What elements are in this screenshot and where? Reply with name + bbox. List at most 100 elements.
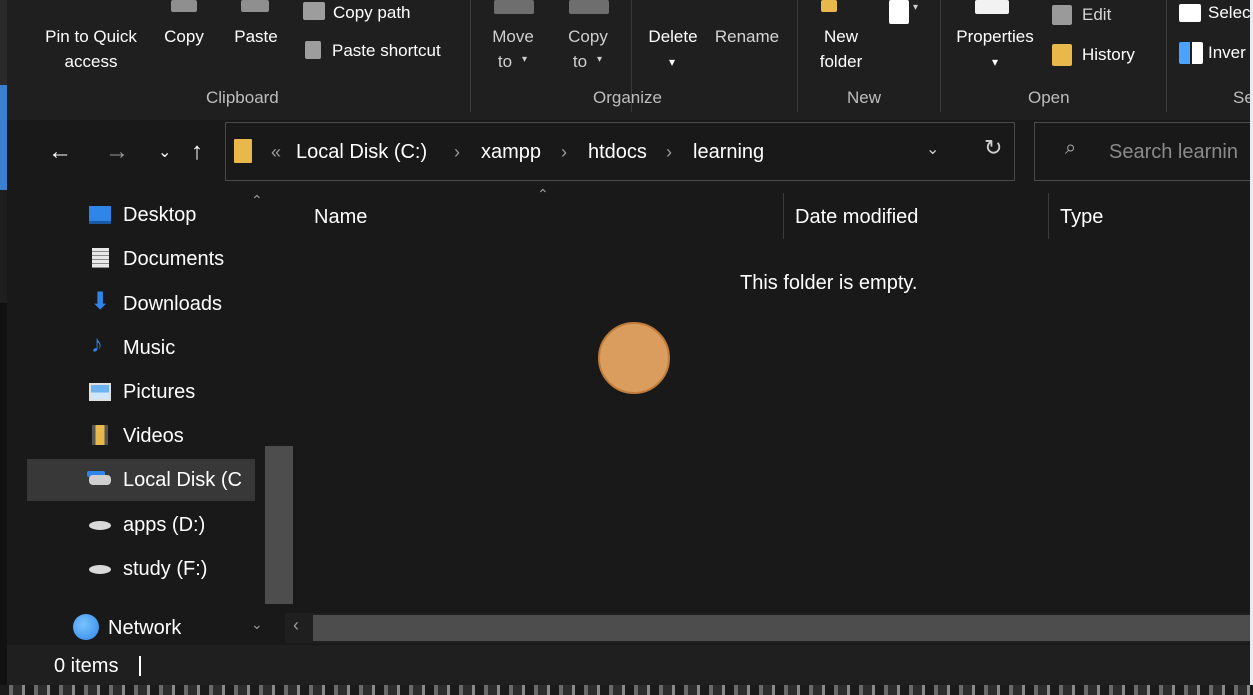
nav-item-pictures[interactable]: Pictures [27,371,255,413]
move-to-button[interactable]: Move to ▾ [480,0,546,80]
horizontal-scroll-thumb[interactable] [313,615,1250,641]
breadcrumb-local-disk[interactable]: Local Disk (C:) [296,140,427,164]
ribbon-separator [797,0,798,112]
copy-path-icon [303,2,325,20]
move-to-icon [494,0,534,14]
organize-group-label: Organize [593,88,662,107]
nav-scroll-thumb[interactable] [265,446,293,604]
copy-label: Copy [164,27,204,46]
paste-shortcut-button[interactable]: Paste shortcut [301,38,461,64]
new-folder-label-1: New [823,27,858,46]
breadcrumb-xampp[interactable]: xampp [481,140,541,164]
refresh-icon[interactable]: ↻ [984,135,1002,161]
desktop-background-bottom [0,685,1253,695]
nav-item-desktop[interactable]: Desktop [27,194,255,236]
forward-arrow-icon[interactable]: → [105,134,129,170]
move-to-dropdown-icon: ▾ [522,54,528,65]
nav-item-label: Downloads [123,293,222,315]
desktop-icon [89,206,111,224]
rename-button[interactable]: Rename [709,0,785,80]
address-dropdown-icon[interactable]: ⌄ [926,139,939,159]
search-box[interactable]: ⌕ Search learnin [1034,122,1250,181]
ribbon-separator [470,0,471,112]
nav-item-label: Documents [123,248,225,270]
select-all-label: Selec [1208,3,1250,22]
paste-shortcut-icon [305,41,321,59]
breadcrumb-overflow[interactable]: « [271,140,281,164]
column-header-name[interactable]: Name [314,204,367,230]
edit-icon [1052,5,1072,25]
nav-item-downloads[interactable]: ⬇ Downloads [27,283,255,325]
open-group-label: Open [1028,88,1070,107]
clipboard-group-label: Clipboard [206,88,279,107]
status-divider [139,656,141,676]
pin-label-line2: access [64,52,118,71]
breadcrumb-separator[interactable]: › [666,140,672,164]
delete-label: Delete [648,27,698,46]
nav-item-local-disk-c[interactable]: Local Disk (C [27,459,255,501]
documents-icon [92,248,109,268]
delete-button[interactable]: Delete ▾ [640,0,706,80]
properties-button[interactable]: Properties ▾ [947,0,1043,80]
nav-item-label: Desktop [123,204,197,226]
file-explorer-window: Pin to Quick access Copy Paste Copy path… [7,0,1250,685]
back-arrow-icon[interactable]: ← [48,134,72,170]
delete-dropdown-icon: ▾ [669,55,676,69]
edit-button[interactable]: Edit [1050,2,1140,28]
navigation-pane: ⌃ ⌄ Desktop Documents ⬇ Downloads ♪ Musi… [27,188,295,643]
select-group-label: Se [1233,88,1250,107]
recent-locations-chevron-icon[interactable]: ⌄ [158,135,171,171]
nav-item-network[interactable]: Network [27,607,255,649]
breadcrumb-learning[interactable]: learning [693,140,764,164]
column-header-date-modified[interactable]: Date modified [795,204,918,230]
paste-button[interactable]: Paste [227,0,285,80]
copy-to-dropdown-icon: ▾ [597,54,603,65]
new-folder-icon [821,0,837,12]
column-divider[interactable] [783,193,784,239]
paste-shortcut-label: Paste shortcut [332,41,441,60]
edit-label: Edit [1082,5,1112,24]
column-header-type[interactable]: Type [1060,204,1103,230]
breadcrumb-separator[interactable]: › [454,140,460,164]
nav-item-apps-d[interactable]: apps (D:) [27,504,255,546]
select-all-button[interactable]: Selec [1177,0,1250,26]
copy-button[interactable]: Copy [155,0,213,80]
pictures-icon [89,383,111,401]
new-folder-label-2: folder [819,52,863,71]
copy-path-button[interactable]: Copy path [301,0,451,26]
nav-item-study-f[interactable]: study (F:) [27,548,255,590]
new-item-button[interactable]: ▾ [885,0,929,26]
nav-item-music[interactable]: ♪ Music [27,327,255,369]
new-group-label: New [847,88,882,107]
column-divider[interactable] [1048,193,1049,239]
invert-selection-label: Inver [1208,43,1246,62]
status-bar: 0 items [7,645,1250,685]
up-arrow-icon[interactable]: ↑ [191,134,203,170]
new-item-dropdown-icon: ▾ [913,2,919,13]
history-icon [1052,44,1072,66]
downloads-icon: ⬇ [90,288,111,315]
search-placeholder: Search learnin [1109,141,1238,163]
address-bar[interactable]: « Local Disk (C:) › xampp › htdocs › lea… [225,122,1015,181]
drive-icon [89,521,111,530]
history-button[interactable]: History [1050,42,1160,68]
ribbon-separator [940,0,941,112]
paste-icon [241,0,269,12]
pin-to-quick-access-button[interactable]: Pin to Quick access [32,0,150,80]
invert-selection-button[interactable]: Inver [1177,40,1250,66]
rename-label: Rename [714,27,780,46]
nav-item-documents[interactable]: Documents [27,238,255,280]
copy-to-button[interactable]: Copy to ▾ [555,0,621,80]
nav-item-videos[interactable]: Videos [27,415,255,457]
desktop-background-left [0,0,7,695]
scroll-left-icon[interactable]: ‹ [293,615,299,636]
new-folder-button[interactable]: New folder [807,0,875,80]
nav-item-label: study (F:) [123,558,208,580]
horizontal-scrollbar[interactable]: ‹ [285,613,1250,643]
breadcrumb-separator[interactable]: › [561,140,567,164]
copy-icon [171,0,197,12]
invert-selection-icon [1179,42,1203,64]
breadcrumb-htdocs[interactable]: htdocs [588,140,647,164]
ribbon: Pin to Quick access Copy Paste Copy path… [7,0,1250,120]
item-count: 0 items [54,655,119,677]
